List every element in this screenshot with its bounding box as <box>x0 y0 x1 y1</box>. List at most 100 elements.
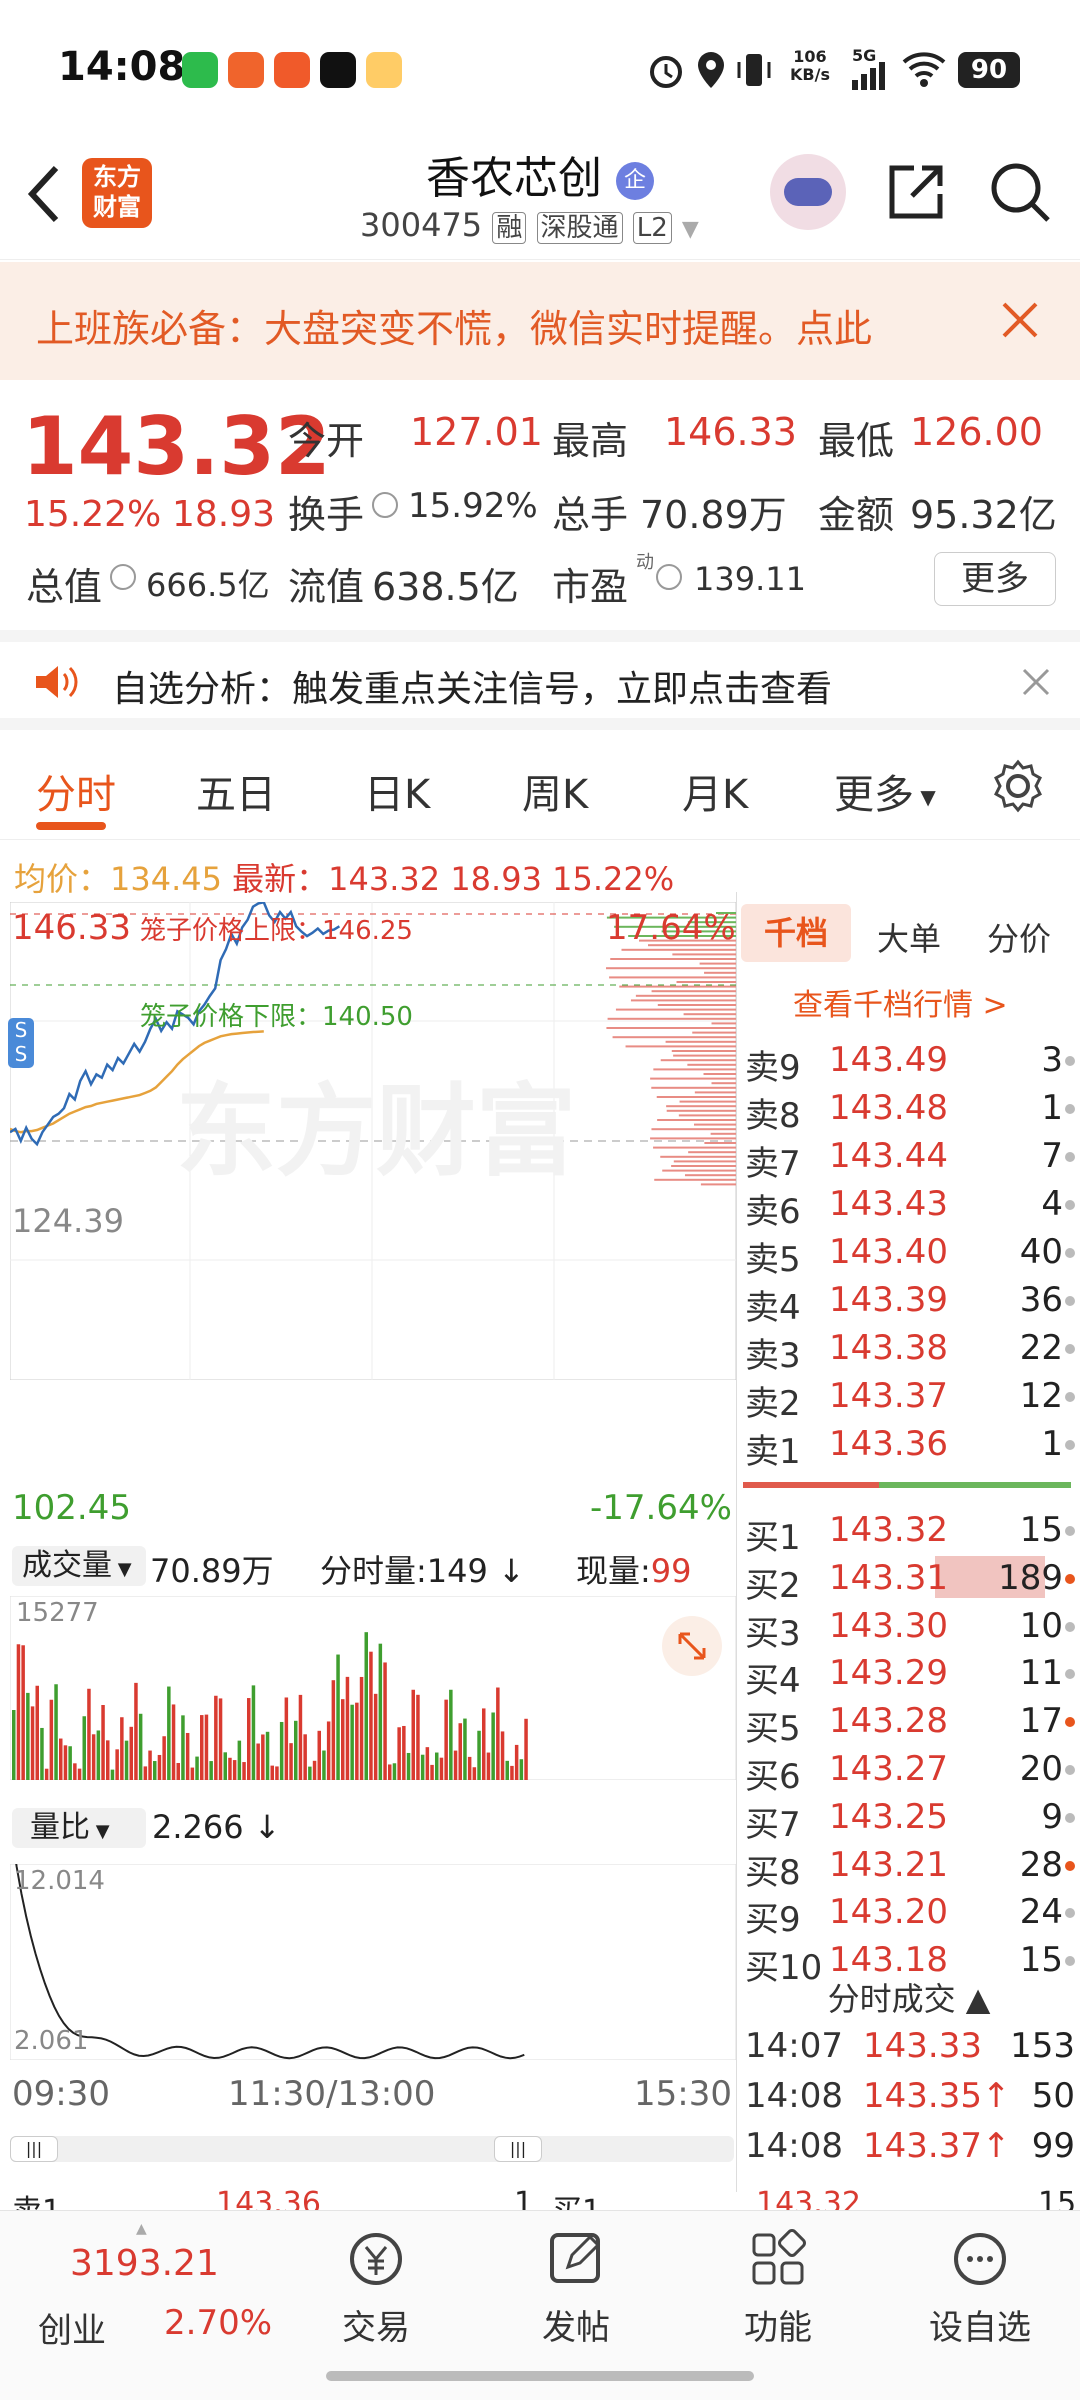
volume-bar <box>491 1712 495 1780</box>
more-button[interactable]: 更多 <box>934 552 1056 606</box>
ask-row[interactable]: 卖4 143.39 36 <box>745 1276 1075 1328</box>
bid-row[interactable]: 买7 143.25 9 <box>745 1793 1075 1845</box>
depth-bar <box>700 1183 736 1186</box>
level-price: 143.21 <box>829 1844 948 1885</box>
tab-more[interactable]: 更多 ▼ <box>834 762 936 820</box>
index-ticker[interactable]: ▲ 3193.21 创业 2.70% <box>20 2221 300 2371</box>
depth-bar <box>687 1063 736 1066</box>
bid-row[interactable]: 买4 143.29 11 <box>745 1649 1075 1701</box>
intraday-chart-area: 均价：134.45 最新：143.32 18.93 15.22% 东方财富 14… <box>0 840 736 2180</box>
level-price: 143.27 <box>829 1749 948 1789</box>
prev-close-label: 124.39 <box>12 1202 124 1240</box>
info-icon[interactable] <box>110 564 136 590</box>
depth-bar <box>657 1004 736 1006</box>
volume-bar <box>519 1759 524 1780</box>
bid-row[interactable]: 买3 143.30 10 <box>745 1602 1075 1654</box>
nav-trade[interactable]: 交易 <box>296 2227 456 2349</box>
ask-row[interactable]: 卖5 143.40 40 <box>745 1228 1075 1280</box>
volume-bar <box>369 1651 373 1780</box>
volume-bar <box>383 1662 387 1780</box>
ratio-chart[interactable] <box>10 1864 736 2060</box>
view-full-book-link[interactable]: 查看千档行情 > <box>793 980 1008 1024</box>
volume-bar <box>392 1763 397 1780</box>
bid-row[interactable]: 买5 143.28 17 <box>745 1697 1075 1749</box>
range-slider[interactable]: ||| ||| <box>10 2136 734 2162</box>
pe-value: 139.11 <box>694 560 806 598</box>
ask-row[interactable]: 卖6 143.43 4 <box>745 1180 1075 1232</box>
depth-bar <box>653 1146 736 1149</box>
level-price: 143.40 <box>829 1232 948 1272</box>
promo-banner[interactable]: 上班族必备：大盘突变不慌，微信实时提醒。点此 <box>0 262 1080 380</box>
minute-volume: 分时量:149 ↓ <box>320 1552 525 1590</box>
level-price: 143.30 <box>829 1605 948 1646</box>
ask-row[interactable]: 卖2 143.37 12 <box>745 1372 1075 1424</box>
info-icon[interactable] <box>656 564 682 590</box>
robot-avatar-icon[interactable] <box>770 154 846 230</box>
level-label: 买8 <box>745 1852 801 1893</box>
volume-bar <box>26 1692 30 1780</box>
ask-row[interactable]: 卖8 143.48 1 <box>745 1084 1075 1136</box>
bid-row[interactable]: 买8 143.21 28 <box>745 1841 1075 1893</box>
tab-monthly-k[interactable]: 月K <box>682 762 748 820</box>
volume-bar <box>110 1769 115 1780</box>
tab-five-day[interactable]: 五日 <box>196 762 276 820</box>
slider-handle-left[interactable]: ||| <box>10 2136 58 2162</box>
depth-bar <box>676 981 736 983</box>
share-icon[interactable] <box>884 160 948 224</box>
level-dot <box>1065 1908 1075 1919</box>
mcap-label: 总值 <box>26 565 103 609</box>
depth-bar <box>651 1128 736 1131</box>
settings-icon[interactable] <box>990 758 1046 814</box>
signal-marker[interactable]: SS <box>8 1018 34 1068</box>
volume-bar <box>275 1766 279 1780</box>
turnover-value: 15.92% <box>408 486 538 526</box>
search-icon[interactable] <box>988 160 1052 224</box>
expand-icon[interactable] <box>662 1616 722 1676</box>
bid-row[interactable]: 买9 143.20 24 <box>745 1888 1075 1940</box>
analysis-text: 自选分析：触发重点关注信号，立即点击查看 <box>112 669 833 710</box>
level-dot <box>1065 1860 1075 1871</box>
volume-bar <box>167 1686 171 1780</box>
ratio-selector[interactable]: 量比 ▼ <box>12 1808 146 1848</box>
volume-chart[interactable] <box>10 1596 736 1780</box>
tab-weekly-k[interactable]: 周K <box>522 762 588 820</box>
bottom-price-label: 102.45 <box>12 1488 131 1528</box>
slider-handle-right[interactable]: ||| <box>494 2136 542 2162</box>
tab-big-order[interactable]: 大单 <box>877 914 941 960</box>
close-icon[interactable] <box>1020 666 1052 698</box>
volume-bar <box>411 1689 415 1780</box>
level-label: 买5 <box>745 1709 801 1750</box>
nav-post[interactable]: 发帖 <box>496 2227 656 2349</box>
volume-bar <box>162 1736 166 1780</box>
tab-daily-k[interactable]: 日K <box>364 762 430 820</box>
bid-row[interactable]: 买2 143.31 189 <box>745 1554 1075 1606</box>
ask-row[interactable]: 卖9 143.49 3 <box>745 1036 1075 1088</box>
bid-row[interactable]: 买6 143.27 20 <box>745 1745 1075 1797</box>
ask-row[interactable]: 卖3 143.38 22 <box>745 1324 1075 1376</box>
stock-header: 东方 财富 香农芯创 企 300475 融 深股通 L2 ▼ <box>0 140 1080 260</box>
volume-selector[interactable]: 成交量 ▼ <box>12 1546 146 1586</box>
ask-row[interactable]: 卖1 143.36 1 <box>745 1420 1075 1472</box>
analysis-bar[interactable]: 自选分析：触发重点关注信号，立即点击查看 <box>0 630 1080 730</box>
tab-level-book[interactable]: 千档 <box>741 904 851 962</box>
yuan-icon <box>350 2233 402 2285</box>
ask-row[interactable]: 卖7 143.44 7 <box>745 1132 1075 1184</box>
dropdown-icon: ▼ <box>681 217 699 242</box>
volume-bar <box>336 1654 340 1780</box>
depth-bar <box>666 1105 736 1108</box>
volume-bar <box>326 1721 331 1780</box>
stock-code-line: 300475 融 深股通 L2 ▼ <box>360 206 699 244</box>
close-icon[interactable] <box>998 298 1042 342</box>
nav-functions[interactable]: 功能 <box>698 2227 858 2349</box>
nav-add-watchlist[interactable]: 设自选 <box>900 2227 1060 2349</box>
trade-row: 14:08 143.35↑ 50 <box>745 2072 1075 2120</box>
trades-title[interactable]: 分时成交 ▲ <box>737 1974 1080 2020</box>
current-price: 143.32 <box>22 400 331 493</box>
float-label: 流值 <box>288 565 365 609</box>
info-icon[interactable] <box>372 492 398 518</box>
bid-row[interactable]: 买1 143.32 15 <box>745 1506 1075 1558</box>
level-volume: 10 <box>1019 1605 1063 1646</box>
trade-time: 14:08 <box>745 2076 843 2116</box>
tab-price-dist[interactable]: 分价 <box>987 914 1051 960</box>
tab-intraday[interactable]: 分时 <box>36 762 116 820</box>
